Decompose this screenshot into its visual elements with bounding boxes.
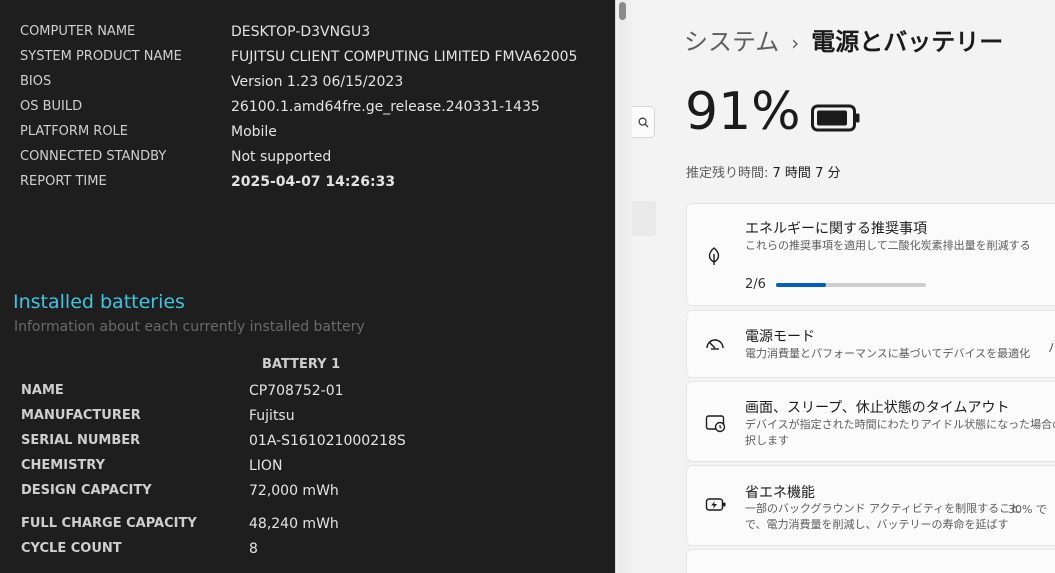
power-mode-dropdown[interactable]: バ <box>1048 337 1055 356</box>
battery-percentage: 91% <box>685 82 801 142</box>
battery-info-row: CYCLE COUNT 8 <box>21 536 258 561</box>
system-info-value: Mobile <box>231 123 277 140</box>
battery-info-value: 01A-S161021000218S <box>249 432 406 449</box>
system-info-row: PLATFORM ROLE Mobile <box>20 119 277 144</box>
chevron-right-icon: › <box>791 31 800 55</box>
power-mode-description: 電力消費量とパフォーマンスに基づいてデバイスを最適化 <box>745 347 1031 360</box>
battery-saver-title: 省エネ機能 <box>745 485 815 501</box>
remaining-time-label: 推定残り時間: <box>686 166 769 181</box>
system-info-key: OS BUILD <box>20 99 83 114</box>
battery-saver-description-line2: で、電力消費量を削減し、バッテリーの寿命を延ばす <box>745 518 1009 531</box>
battery-info-value: 72,000 mWh <box>249 482 339 499</box>
installed-batteries-title: Installed batteries <box>13 291 185 313</box>
battery-info-row: SERIAL NUMBER 01A-S161021000218S <box>21 428 406 453</box>
nav-item-selected[interactable] <box>632 201 656 236</box>
screen-sleep-timeout-card[interactable]: 画面、スリープ、休止状態のタイムアウト デバイスが指定された時間にわたりアイドル… <box>686 381 1055 462</box>
system-info-key: REPORT TIME <box>20 174 107 189</box>
battery-saver-threshold[interactable]: 30% で <box>1008 501 1047 517</box>
system-info-value: FUJITSU CLIENT COMPUTING LIMITED FMVA620… <box>231 48 578 65</box>
battery-info-row: NAME CP708752-01 <box>21 378 344 403</box>
remaining-time: 推定残り時間: 7 時間 7 分 <box>686 162 840 181</box>
scrollbar-thumb[interactable] <box>619 2 626 20</box>
power-mode-card[interactable]: 電源モード 電力消費量とパフォーマンスに基づいてデバイスを最適化 バ <box>686 310 1055 378</box>
power-mode-title: 電源モード <box>745 329 815 345</box>
battery-column-header: BATTERY 1 <box>262 357 341 372</box>
system-info-key: SYSTEM PRODUCT NAME <box>20 49 182 64</box>
screen-timeout-description-line1: デバイスが指定された時間にわたりアイドル状態になった場合の動作 <box>745 418 1055 431</box>
system-info-value: 2025-04-07 14:26:33 <box>231 173 396 190</box>
energy-progress-bar <box>776 283 926 287</box>
battery-info-value: 48,240 mWh <box>249 515 339 532</box>
battery-info-row: CHEMISTRY LION <box>21 453 282 478</box>
system-info-value: 26100.1.amd64fre.ge_release.240331-1435 <box>231 98 540 115</box>
system-info-row: OS BUILD 26100.1.amd64fre.ge_release.2403… <box>20 94 540 119</box>
energy-recommendations-card[interactable]: エネルギーに関する推奨事項 これらの推奨事項を適用して二酸化炭素排出量を削減する… <box>686 203 1055 306</box>
battery-info-key: SERIAL NUMBER <box>21 433 141 448</box>
battery-info-value: Fujitsu <box>249 407 295 424</box>
system-info-key: PLATFORM ROLE <box>20 124 129 139</box>
system-info-key: CONNECTED STANDBY <box>20 149 167 164</box>
gauge-icon <box>706 339 724 350</box>
system-info-key: BIOS <box>20 74 52 89</box>
system-info-row: REPORT TIME 2025-04-07 14:26:33 <box>20 169 395 194</box>
system-info-row: CONNECTED STANDBY Not supported <box>20 144 331 169</box>
system-info-row: SYSTEM PRODUCT NAME FUJITSU CLIENT COMPUT… <box>20 44 577 69</box>
energy-progress-fill <box>776 283 826 287</box>
system-info-key: COMPUTER NAME <box>20 24 136 39</box>
energy-card-description: これらの推奨事項を適用して二酸化炭素排出量を削減する <box>745 239 1031 252</box>
energy-card-title: エネルギーに関する推奨事項 <box>745 221 927 237</box>
monitor-clock-icon <box>705 415 726 433</box>
system-info-row: COMPUTER NAME DESKTOP-D3VNGU3 <box>20 19 370 44</box>
battery-info-row: MANUFACTURER Fujitsu <box>21 403 295 428</box>
leaf-icon <box>708 247 720 265</box>
system-info-value: Version 1.23 06/15/2023 <box>231 73 404 90</box>
battery-saver-card[interactable]: 省エネ機能 一部のバックグラウンド アクティビティを制限すること で、電力消費量… <box>686 465 1055 546</box>
battery-info-row: FULL CHARGE CAPACITY 48,240 mWh <box>21 511 339 536</box>
battery-info-row: DESIGN CAPACITY 72,000 mWh <box>21 478 339 503</box>
scrollbar[interactable] <box>619 0 627 573</box>
page-title: 電源とバッテリー <box>811 28 1004 56</box>
battery-saver-description-line1: 一部のバックグラウンド アクティビティを制限すること <box>745 502 1022 515</box>
remaining-time-value: 7 時間 7 分 <box>772 166 841 181</box>
battery-icon <box>811 104 860 132</box>
energy-progress-text: 2/6 <box>745 277 766 292</box>
system-info-value: Not supported <box>231 148 332 165</box>
battery-info-key: CHEMISTRY <box>21 458 106 473</box>
battery-report-panel: COMPUTER NAME DESKTOP-D3VNGU3 SYSTEM PRODU… <box>0 0 615 573</box>
settings-card-partial[interactable] <box>686 549 1055 573</box>
breadcrumb-parent[interactable]: システム <box>684 28 779 56</box>
breadcrumb: システム › 電源とバッテリー <box>684 22 1003 57</box>
system-info-row: BIOS Version 1.23 06/15/2023 <box>20 69 403 94</box>
screen-timeout-description-line2: 択します <box>745 434 789 447</box>
settings-window: システム › 電源とバッテリー 91% 推定残り時間: 7 時間 7 分 エネルギー… <box>632 0 1055 573</box>
battery-info-key: FULL CHARGE CAPACITY <box>21 516 197 531</box>
battery-info-key: NAME <box>21 383 64 398</box>
search-box[interactable] <box>632 106 655 138</box>
battery-info-key: CYCLE COUNT <box>21 541 122 556</box>
battery-saver-icon <box>705 498 726 511</box>
battery-info-value: 8 <box>249 540 258 557</box>
screen-timeout-title: 画面、スリープ、休止状態のタイムアウト <box>745 400 1010 416</box>
installed-batteries-subtitle: Information about each currently install… <box>14 319 365 335</box>
battery-info-value: CP708752-01 <box>249 382 344 399</box>
system-info-value: DESKTOP-D3VNGU3 <box>231 23 371 40</box>
battery-info-key: DESIGN CAPACITY <box>21 483 152 498</box>
battery-info-value: LION <box>249 457 283 474</box>
battery-info-key: MANUFACTURER <box>21 408 141 423</box>
search-icon <box>638 117 649 128</box>
